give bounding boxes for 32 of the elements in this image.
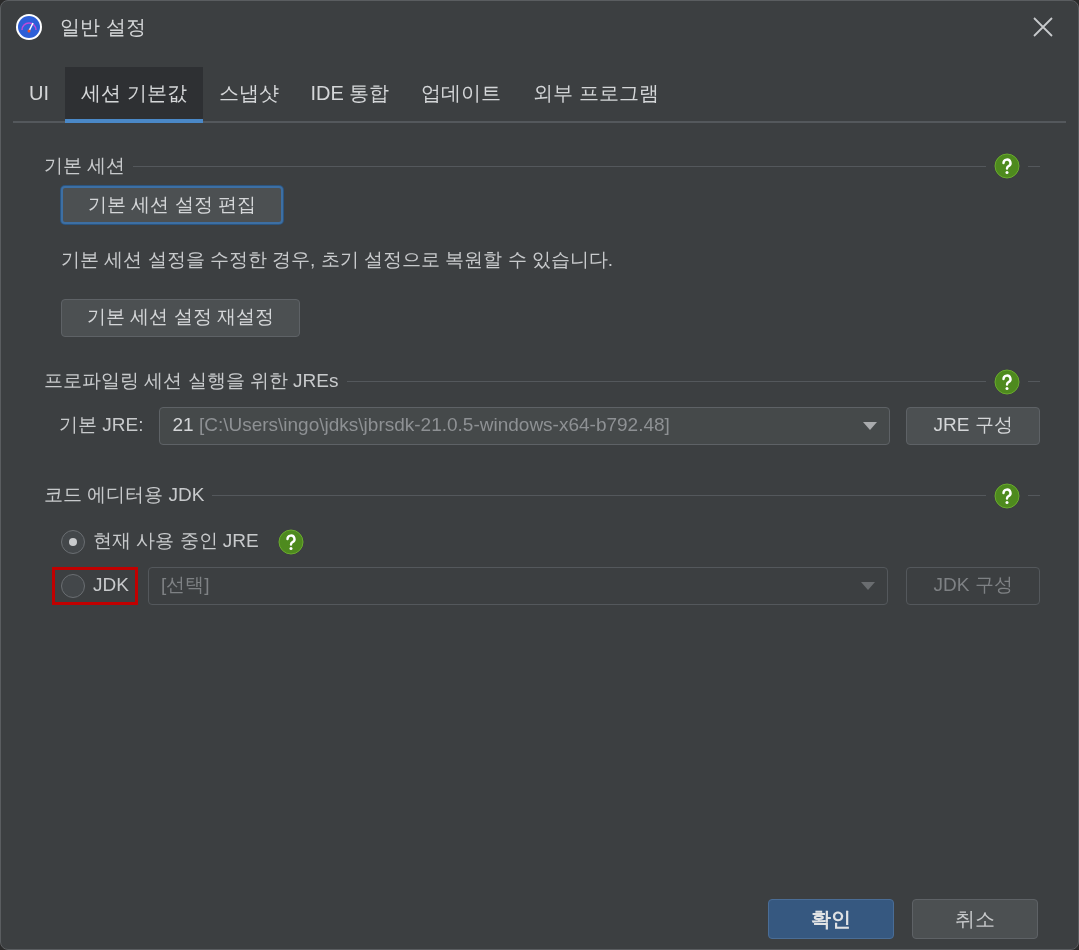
caret-icon xyxy=(863,421,877,430)
button[interactable]: 기본 세션 설정 편집 xyxy=(61,186,283,224)
radio-label[interactable]: 현재 사용 중인 JRE xyxy=(93,527,259,556)
section-title: 기본 세션 xyxy=(44,153,126,178)
help-icon[interactable] xyxy=(994,368,1020,395)
section-title: 프로파일링 세션 실행을 위한 JREs xyxy=(44,369,339,394)
tab[interactable]: 외부 프로그램 xyxy=(517,67,676,123)
button[interactable]: 확인 xyxy=(768,899,894,939)
window-title: 일반 설정 xyxy=(60,15,146,40)
button[interactable]: 기본 세션 설정 재설정 xyxy=(61,298,300,337)
help-icon[interactable] xyxy=(994,482,1020,509)
dropdown-value: [선택] xyxy=(160,573,210,598)
radio-label[interactable]: JDK xyxy=(93,571,129,600)
help-icon[interactable] xyxy=(994,153,1020,179)
tab[interactable]: 스냅샷 xyxy=(202,67,295,123)
gauge-icon xyxy=(15,13,43,41)
dropdown-value: 21 [C:\Users\ingo\jdks\jbrsdk-21.0.5-windows-x64-b792.48] xyxy=(172,413,670,438)
caret-icon xyxy=(861,581,875,590)
dropdown[interactable]: 21 [C:\Users\ingo\jdks\jbrsdk-21.0.5-windows-x64-b792.48] xyxy=(159,406,890,445)
tab[interactable]: 업데이트 xyxy=(405,67,518,123)
help-icon[interactable] xyxy=(277,528,304,555)
button[interactable]: 취소 xyxy=(912,899,1038,939)
close-icon[interactable] xyxy=(1032,16,1054,38)
description-text: 기본 세션 설정을 수정한 경우, 초기 설정으로 복원할 수 있습니다. xyxy=(61,248,614,272)
field-label: 기본 JRE: xyxy=(59,413,144,438)
button[interactable]: JRE 구성 xyxy=(906,406,1040,445)
radio-button[interactable] xyxy=(61,573,85,598)
tab[interactable]: 세션 기본값 xyxy=(65,67,203,123)
tab[interactable]: UI xyxy=(13,67,65,123)
section-title: 코드 에디터용 JDK xyxy=(44,483,205,508)
tab[interactable]: IDE 통합 xyxy=(294,67,406,123)
radio-button[interactable] xyxy=(61,529,85,554)
